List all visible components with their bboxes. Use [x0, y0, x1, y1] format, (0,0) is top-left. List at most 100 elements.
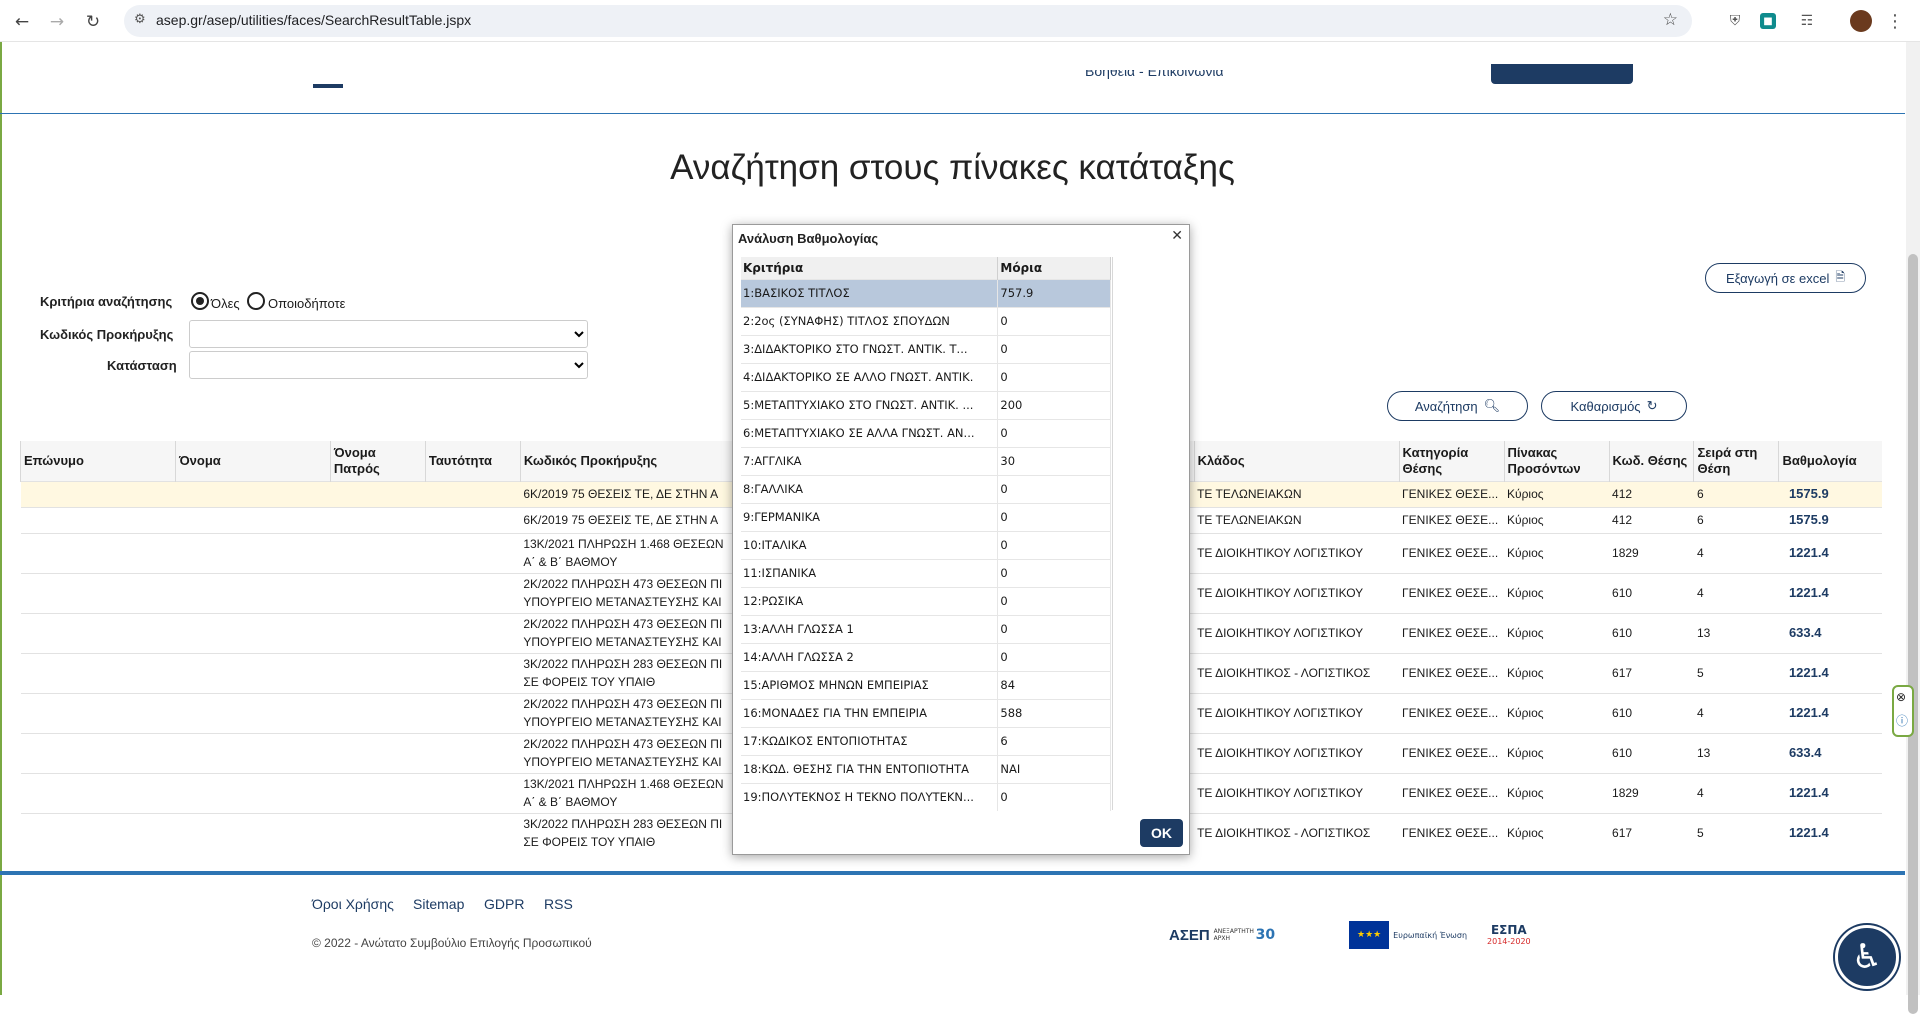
criteria-row[interactable]: 10:ΙΤΑΛΙΚΑ 0: [741, 530, 1111, 559]
branch-cell: ΤΕ ΤΕΛΩΝΕΙΑΚΩΝ: [1194, 480, 1400, 507]
position-code-cell: 610: [1609, 572, 1694, 613]
status-select[interactable]: [189, 351, 588, 379]
page-scrollbar[interactable]: [1906, 42, 1920, 1014]
criteria-row[interactable]: 7:ΑΓΓΛΙΚΑ 30: [741, 446, 1111, 475]
criteria-name-cell: 17:ΚΩΔΙΚΟΣ ΕΝΤΟΠΙΟΤΗΤΑΣ: [741, 726, 999, 755]
profile-avatar[interactable]: [1850, 10, 1872, 32]
rank-cell: 4: [1693, 772, 1779, 813]
search-button[interactable]: Αναζήτηση 🔍︎: [1387, 391, 1528, 421]
side-info-icon[interactable]: ⓘ: [1896, 712, 1908, 729]
score-cell[interactable]: 1221.4: [1778, 692, 1882, 733]
criteria-points-cell: 0: [997, 586, 1111, 615]
col-id[interactable]: Ταυτότητα: [424, 441, 521, 481]
criteria-row[interactable]: 16:ΜΟΝΑΔΕΣ ΓΙΑ ΤΗΝ ΕΜΠΕΙΡΙΑ 588: [741, 698, 1111, 727]
criteria-row[interactable]: 4:ΔΙΔΑΚΤΟΡΙΚΟ ΣΕ ΑΛΛΟ ΓΝΩΣΤ. ΑΝΤΙΚ. 0: [741, 362, 1111, 391]
reload-icon[interactable]: ↻: [80, 9, 106, 35]
footer-link-gdpr[interactable]: GDPR: [484, 896, 524, 912]
page-scrollbar-thumb[interactable]: [1908, 254, 1918, 1014]
code-select[interactable]: [189, 320, 588, 348]
back-icon[interactable]: ←: [9, 9, 35, 35]
footer-link-rss[interactable]: RSS: [544, 896, 573, 912]
help-contact-link[interactable]: Βοήθεια - Επικοινωνία: [1085, 70, 1224, 84]
footer-link-sitemap[interactable]: Sitemap: [413, 896, 464, 912]
category-cell: ΓΕΝΙΚΕΣ ΘΕΣΕ...: [1399, 772, 1505, 813]
clear-button-label: Καθαρισμός: [1570, 398, 1641, 414]
login-button[interactable]: [1491, 64, 1633, 84]
score-cell[interactable]: 1575.9: [1778, 506, 1882, 533]
criteria-points-cell: 84: [997, 670, 1111, 699]
score-cell[interactable]: 1221.4: [1778, 572, 1882, 613]
footer-link-terms[interactable]: Όροι Χρήσης: [312, 896, 394, 912]
score-cell[interactable]: 1221.4: [1778, 532, 1882, 573]
col-criteria: Κριτήρια: [741, 257, 999, 279]
shield-extension-icon[interactable]: ⛨: [1724, 10, 1746, 32]
criteria-row[interactable]: 6:ΜΕΤΑΠΤΥΧΙΑΚΟ ΣΕ ΑΛΛΑ ΓΝΩΣΤ. ΑΝ... 0: [741, 418, 1111, 447]
criteria-name-cell: 3:ΔΙΔΑΚΤΟΡΙΚΟ ΣΤΟ ΓΝΩΣΤ. ΑΝΤΙΚ. Τ...: [741, 334, 999, 363]
category-cell: ΓΕΝΙΚΕΣ ΘΕΣΕ...: [1399, 732, 1505, 773]
criteria-row[interactable]: 2:2ος (ΣΥΝΑΦΗΣ) ΤΙΤΛΟΣ ΣΠΟΥΔΩΝ 0: [741, 306, 1111, 335]
criteria-row[interactable]: 19:ΠΟΛΥΤΕΚΝΟΣ Η ΤΕΚΝΟ ΠΟΛΥΤΕΚΝ... 0: [741, 782, 1111, 811]
criteria-row[interactable]: 14:ΑΛΛΗ ΓΛΩΣΣΑ 20: [741, 642, 1111, 671]
col-name[interactable]: Όνομα: [174, 441, 331, 481]
browser-toolbar: ← → ↻ ⚙ asep.gr/asep/utilities/faces/Sea…: [0, 0, 1920, 42]
score-cell[interactable]: 1221.4: [1778, 812, 1882, 853]
score-cell[interactable]: 1221.4: [1778, 772, 1882, 813]
criteria-row[interactable]: 3:ΔΙΔΑΚΤΟΡΙΚΟ ΣΤΟ ΓΝΩΣΤ. ΑΝΤΙΚ. Τ... 0: [741, 334, 1111, 363]
score-cell[interactable]: 633.4: [1778, 732, 1882, 773]
forward-icon[interactable]: →: [44, 9, 70, 35]
criteria-points-cell: 0: [997, 306, 1111, 335]
export-excel-button[interactable]: Εξαγωγή σε excel 🗎: [1705, 263, 1866, 293]
asep-logo-subtitle: ΑΝΕΞΑΡΤΗΤΗ ΑΡΧΗ: [1213, 928, 1254, 942]
criteria-label: Κριτήρια αναζήτησης: [40, 294, 173, 309]
name-cell: [175, 652, 331, 693]
side-widget[interactable]: ⊗ ⓘ: [1892, 685, 1914, 737]
position-code-cell: 617: [1609, 812, 1694, 853]
score-cell[interactable]: 633.4: [1778, 612, 1882, 653]
father-name-cell: [330, 772, 426, 813]
col-position-code[interactable]: Κωδ. Θέσης: [1608, 441, 1694, 481]
col-branch[interactable]: Κλάδος: [1193, 441, 1400, 481]
father-name-cell: [330, 652, 426, 693]
close-icon[interactable]: ✕: [1171, 228, 1183, 244]
score-cell[interactable]: 1575.9: [1778, 480, 1882, 507]
branch-cell: ΤΕ ΔΙΟΙΚΗΤΙΚΟΣ - ΛΟΓΙΣΤΙΚΟΣ: [1194, 812, 1400, 853]
criteria-row[interactable]: 1:ΒΑΣΙΚΟΣ ΤΙΤΛΟΣ 757.9: [741, 278, 1111, 307]
ok-button[interactable]: OK: [1140, 819, 1183, 847]
col-rank[interactable]: Σειρά στη Θέση: [1693, 441, 1779, 481]
dialog-scrollbar[interactable]: [1112, 257, 1136, 810]
name-cell: [175, 572, 331, 613]
criteria-row[interactable]: 17:ΚΩΔΙΚΟΣ ΕΝΤΟΠΙΟΤΗΤΑΣ 6: [741, 726, 1111, 755]
criteria-row[interactable]: 12:ΡΩΣΙΚΑ 0: [741, 586, 1111, 615]
accessibility-icon[interactable]: ♿: [1835, 925, 1899, 989]
extension-icon[interactable]: ■: [1760, 13, 1776, 29]
category-cell: ΓΕΝΙΚΕΣ ΘΕΣΕ...: [1399, 652, 1505, 693]
score-cell[interactable]: 1221.4: [1778, 652, 1882, 693]
criteria-row[interactable]: 8:ΓΑΛΛΙΚΑ 0: [741, 474, 1111, 503]
criteria-row[interactable]: 15:ΑΡΙΘΜΟΣ ΜΗΝΩΝ ΕΜΠΕΙΡΙΑΣ 84: [741, 670, 1111, 699]
col-table[interactable]: Πίνακας Προσόντων: [1503, 441, 1610, 481]
col-category[interactable]: Κατηγορία Θέσης: [1398, 441, 1505, 481]
puzzle-extensions-icon[interactable]: ☶: [1796, 10, 1818, 32]
bookmark-star-icon[interactable]: ☆: [1663, 10, 1678, 30]
col-surname[interactable]: Επώνυμο: [20, 441, 176, 481]
criteria-row[interactable]: 13:ΑΛΛΗ ΓΛΩΣΣΑ 10: [741, 614, 1111, 643]
excel-file-icon: 🗎: [1835, 269, 1846, 284]
criteria-row[interactable]: 9:ΓΕΡΜΑΝΙΚΑ 0: [741, 502, 1111, 531]
name-cell: [175, 692, 331, 733]
criteria-row[interactable]: 5:ΜΕΤΑΠΤΥΧΙΑΚΟ ΣΤΟ ΓΝΩΣΤ. ΑΝΤΙΚ. ... 200: [741, 390, 1111, 419]
side-close-icon[interactable]: ⊗: [1896, 690, 1906, 704]
category-cell: ΓΕΝΙΚΕΣ ΘΕΣΕ...: [1399, 572, 1505, 613]
address-bar[interactable]: ⚙ asep.gr/asep/utilities/faces/SearchRes…: [124, 5, 1692, 37]
espa-logo-years: 2014-2020: [1487, 937, 1531, 946]
col-score[interactable]: Βαθμολογία: [1778, 441, 1882, 481]
radio-all[interactable]: [191, 292, 209, 310]
criteria-row[interactable]: 11:ΙΣΠΑΝΙΚΑ 0: [741, 558, 1111, 587]
menu-kebab-icon[interactable]: ⋮: [1884, 10, 1906, 32]
radio-any[interactable]: [247, 292, 265, 310]
clear-button[interactable]: Καθαρισμός ↻: [1541, 391, 1687, 421]
site-info-icon[interactable]: ⚙: [134, 12, 146, 27]
id-cell: [425, 532, 521, 573]
col-father-name[interactable]: Όνομα Πατρός: [329, 441, 426, 481]
criteria-row[interactable]: 18:ΚΩΔ. ΘΕΣΗΣ ΓΙΑ ΤΗΝ ΕΝΤΟΠΙΟΤΗΤΑ ΝΑΙ: [741, 754, 1111, 783]
father-name-cell: [330, 692, 426, 733]
